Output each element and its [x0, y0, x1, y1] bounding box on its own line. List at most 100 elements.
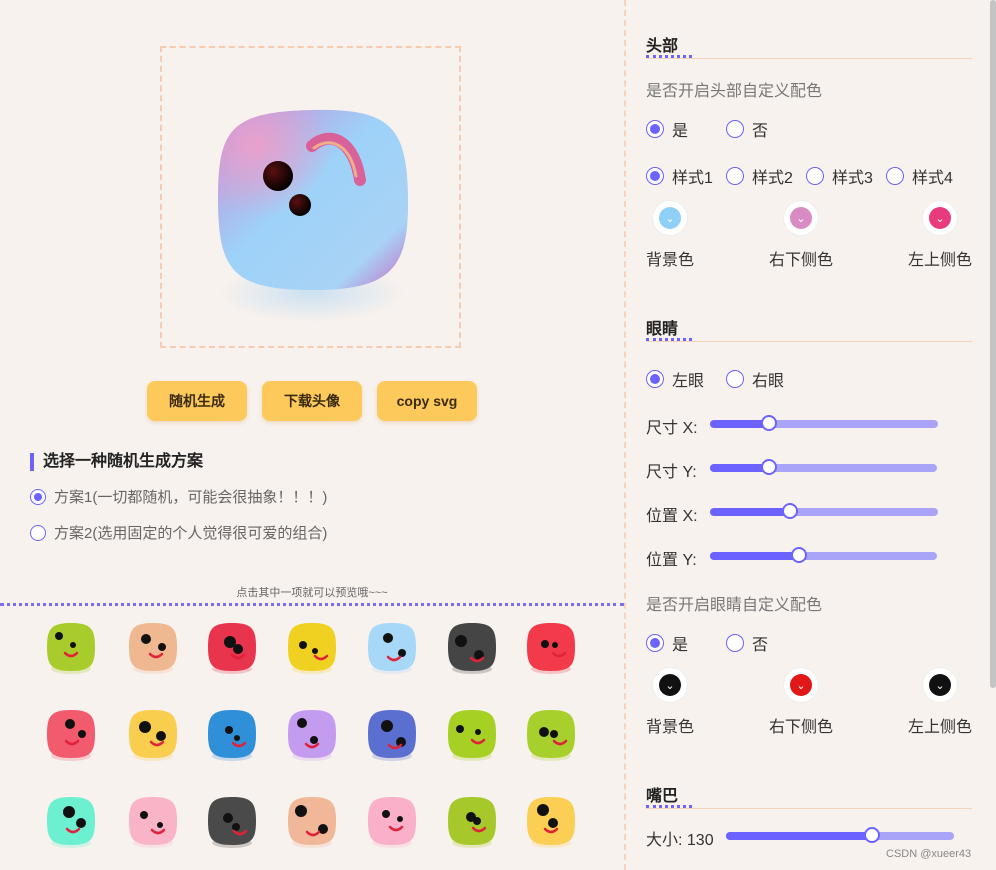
- head-style-4[interactable]: 样式4: [886, 164, 953, 188]
- head-bottom-right-color-picker[interactable]: ⌄: [784, 201, 818, 235]
- eye-pos-y-label: 位置 Y:: [646, 552, 697, 569]
- eyes-custom-yes[interactable]: 是: [646, 631, 688, 655]
- radio-icon[interactable]: [30, 488, 46, 505]
- copy-svg-button[interactable]: copy svg: [377, 381, 477, 421]
- avatar-face-image: [368, 797, 416, 848]
- radio-icon[interactable]: [886, 167, 904, 185]
- gallery-avatar[interactable]: [127, 708, 179, 761]
- eyes-section-title: 眼睛: [646, 321, 679, 338]
- avatar-face-image: [448, 797, 496, 848]
- mouth-title-line: [646, 808, 972, 809]
- radio-icon[interactable]: [726, 370, 744, 388]
- gallery-avatar[interactable]: [366, 621, 418, 674]
- avatar-face-image: [288, 623, 336, 674]
- eye-right-label: 右眼: [752, 373, 785, 390]
- gallery-avatar[interactable]: [45, 708, 97, 761]
- gallery-avatar[interactable]: [286, 708, 338, 761]
- eyes-bg-color-label: 背景色: [646, 719, 695, 736]
- avatar-face-image: [47, 797, 95, 848]
- gallery-avatar[interactable]: [446, 621, 498, 674]
- gallery-avatar[interactable]: [286, 795, 338, 848]
- gallery-avatar[interactable]: [446, 795, 498, 848]
- radio-icon[interactable]: [726, 167, 744, 185]
- eyes-bg-color-picker[interactable]: ⌄: [653, 668, 687, 702]
- avatar-face-image: [129, 710, 177, 761]
- head-style-3[interactable]: 样式3: [806, 164, 873, 188]
- settings-panel: 头部 是否开启头部自定义配色 是 否 样式1 样式2 样式3 样式4 ⌄ 背景色…: [626, 0, 996, 870]
- random-generate-button[interactable]: 随机生成: [147, 381, 247, 421]
- avatar-face-image: [47, 623, 95, 674]
- gallery-avatar[interactable]: [206, 708, 258, 761]
- head-bg-color-picker[interactable]: ⌄: [653, 201, 687, 235]
- gallery-avatar[interactable]: [366, 795, 418, 848]
- eye-right[interactable]: 右眼: [726, 367, 784, 391]
- gallery-avatar[interactable]: [45, 621, 97, 674]
- head-custom-yes[interactable]: 是: [646, 117, 688, 141]
- chevron-down-icon: ⌄: [790, 207, 812, 229]
- eyes-custom-color-label: 是否开启眼睛自定义配色: [646, 597, 823, 614]
- chevron-down-icon: ⌄: [929, 207, 951, 229]
- eyes-bottom-right-color-picker[interactable]: ⌄: [784, 668, 818, 702]
- eye-size-x-slider[interactable]: [710, 415, 938, 431]
- preview-hint: 点击其中一项就可以预览哦~~~: [236, 587, 388, 599]
- gallery-avatar[interactable]: [525, 708, 577, 761]
- gallery-avatar[interactable]: [206, 795, 258, 848]
- gallery-avatar[interactable]: [525, 621, 577, 674]
- eye-pos-x-label: 位置 X:: [646, 508, 698, 525]
- radio-icon[interactable]: [30, 524, 46, 541]
- avatar-preview: [160, 46, 461, 348]
- head-style-4-label: 样式4: [912, 170, 953, 187]
- eye-pos-y-slider[interactable]: [710, 547, 937, 563]
- head-custom-no[interactable]: 否: [726, 117, 768, 141]
- avatar-face-image: [527, 623, 575, 674]
- avatar-face-image: [288, 710, 336, 761]
- head-style-3-label: 样式3: [832, 170, 873, 187]
- radio-icon[interactable]: [646, 370, 664, 388]
- head-title-line: [646, 58, 972, 59]
- avatar-preview-image: [217, 109, 409, 323]
- radio-icon[interactable]: [646, 120, 664, 138]
- avatar-face-image: [129, 623, 177, 674]
- avatar-face-image: [527, 797, 575, 848]
- radio-icon[interactable]: [726, 634, 744, 652]
- head-top-left-color-picker[interactable]: ⌄: [923, 201, 957, 235]
- eye-size-y-slider[interactable]: [710, 459, 937, 475]
- gallery-avatar[interactable]: [286, 621, 338, 674]
- gallery-avatar[interactable]: [525, 795, 577, 848]
- eye-left[interactable]: 左眼: [646, 367, 704, 391]
- eye-pos-x-slider[interactable]: [710, 503, 938, 519]
- scheme-option-2[interactable]: 方案2(选用固定的个人觉得很可爱的组合): [30, 522, 327, 543]
- head-style-1-label: 样式1: [672, 170, 713, 187]
- gallery-avatar[interactable]: [127, 795, 179, 848]
- avatar-face-image: [368, 710, 416, 761]
- avatar-face-image: [208, 623, 256, 674]
- head-bg-color-label: 背景色: [646, 252, 695, 269]
- gallery-avatar[interactable]: [45, 795, 97, 848]
- eyes-top-left-color-label: 左上侧色: [908, 719, 973, 736]
- gallery-avatar[interactable]: [446, 708, 498, 761]
- eyes-title-dots: [646, 338, 692, 341]
- scheme-option-1[interactable]: 方案1(一切都随机，可能会很抽象！！！): [30, 486, 327, 507]
- avatar-face-image: [527, 710, 575, 761]
- watermark: CSDN @xueer43: [886, 848, 972, 860]
- gallery-avatar[interactable]: [127, 621, 179, 674]
- head-style-2[interactable]: 样式2: [726, 164, 793, 188]
- scheme-option-2-label: 方案2(选用固定的个人觉得很可爱的组合): [54, 525, 328, 542]
- gallery-avatar[interactable]: [366, 708, 418, 761]
- radio-icon[interactable]: [726, 120, 744, 138]
- download-avatar-button[interactable]: 下载头像: [262, 381, 362, 421]
- head-style-2-label: 样式2: [752, 170, 793, 187]
- radio-icon[interactable]: [646, 167, 664, 185]
- mouth-size-slider[interactable]: [726, 827, 954, 843]
- eye-size-x-label: 尺寸 X:: [646, 420, 698, 437]
- eyes-top-left-color-picker[interactable]: ⌄: [923, 668, 957, 702]
- gallery-avatar[interactable]: [206, 621, 258, 674]
- eyes-custom-no[interactable]: 否: [726, 631, 768, 655]
- gallery-divider: [0, 603, 624, 606]
- avatar-face-image: [288, 797, 336, 848]
- chevron-down-icon: ⌄: [659, 207, 681, 229]
- radio-icon[interactable]: [646, 634, 664, 652]
- head-style-1[interactable]: 样式1: [646, 164, 713, 188]
- scrollbar[interactable]: [990, 0, 996, 688]
- radio-icon[interactable]: [806, 167, 824, 185]
